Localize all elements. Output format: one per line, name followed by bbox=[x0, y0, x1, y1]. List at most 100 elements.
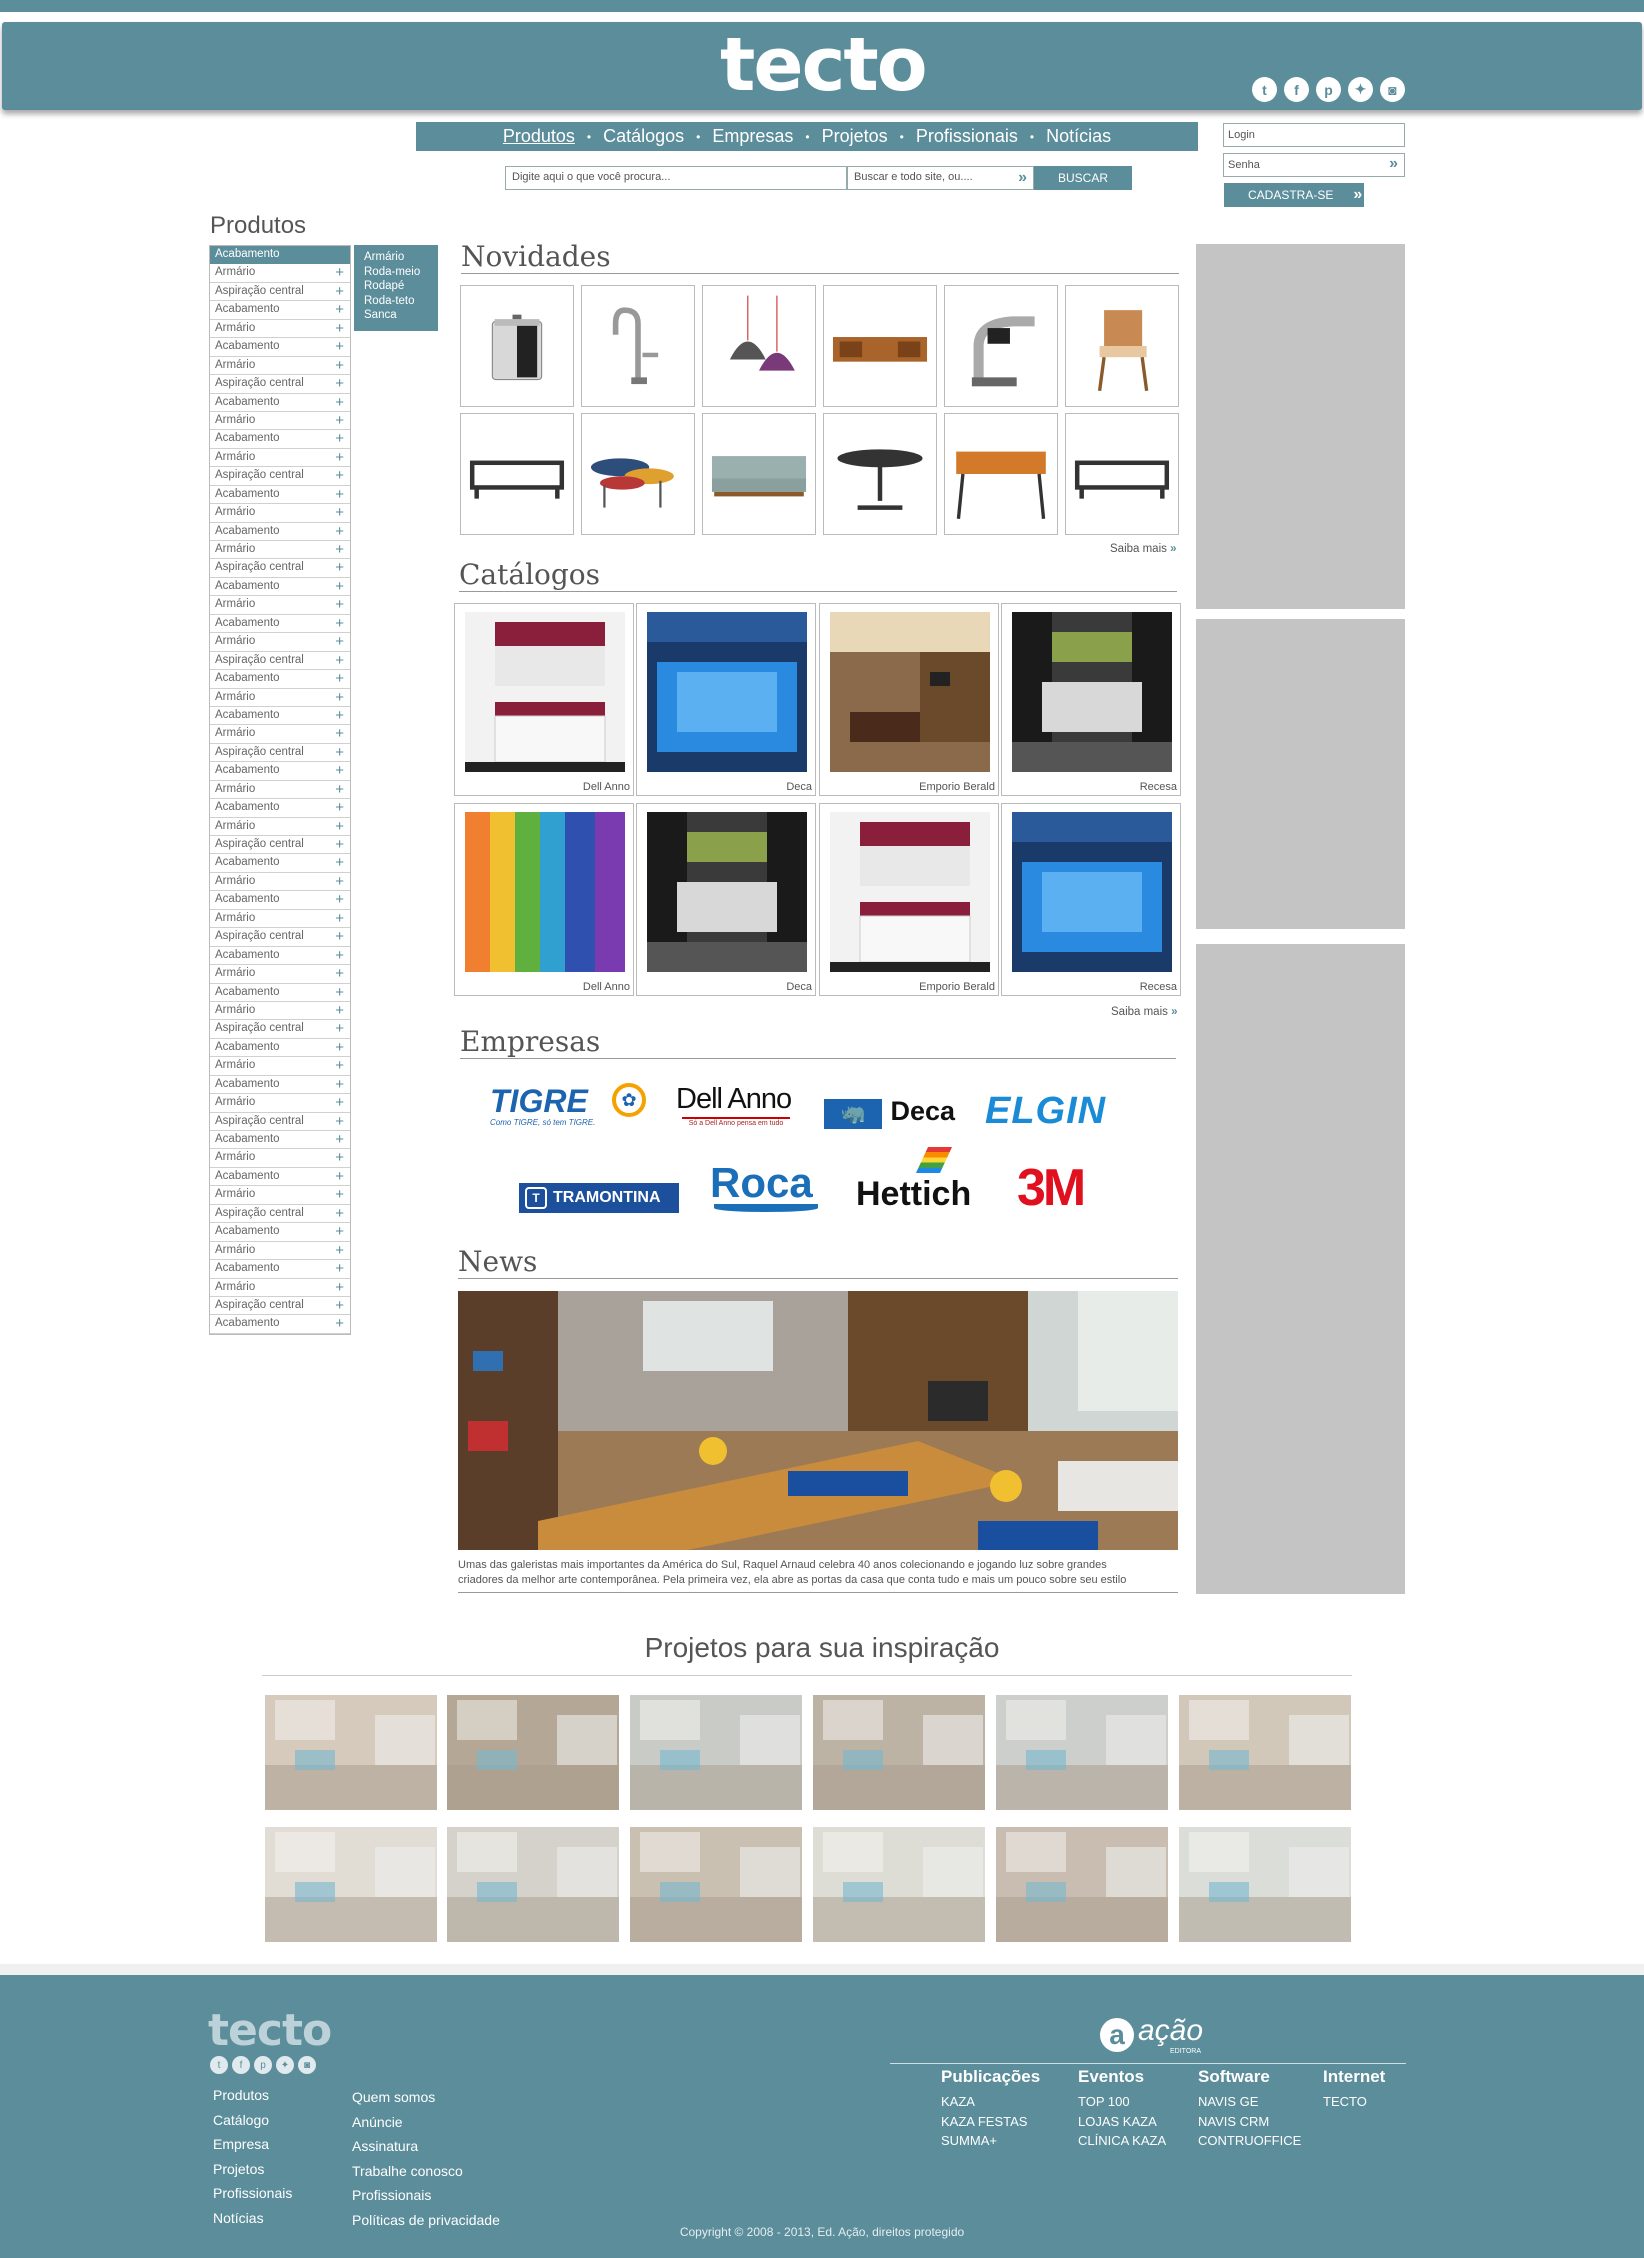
tramontina-logo[interactable]: T TRAMONTINA bbox=[519, 1183, 679, 1213]
sidebar-item[interactable]: Acabamento + bbox=[210, 338, 350, 357]
footer-link[interactable]: Profissionais bbox=[213, 2185, 292, 2201]
sidebar-item[interactable]: Aspiração central + bbox=[210, 559, 350, 578]
plus-icon[interactable]: + bbox=[335, 873, 344, 890]
plus-icon[interactable]: + bbox=[335, 984, 344, 1001]
sidebar-item[interactable]: Armário + bbox=[210, 910, 350, 929]
plus-icon[interactable]: + bbox=[335, 1168, 344, 1185]
ad-banner-2[interactable] bbox=[1196, 619, 1405, 929]
footer-link[interactable]: Quem somos bbox=[352, 2089, 435, 2105]
plus-icon[interactable]: + bbox=[335, 947, 344, 964]
plus-icon[interactable]: + bbox=[335, 1020, 344, 1037]
sidebar-item[interactable]: Acabamento + bbox=[210, 947, 350, 966]
footer-group-link[interactable]: NAVIS CRM bbox=[1198, 2114, 1269, 2129]
plus-icon[interactable]: + bbox=[335, 412, 344, 429]
roca-logo[interactable]: Roca bbox=[710, 1160, 822, 1218]
plus-icon[interactable]: + bbox=[335, 1279, 344, 1296]
footer-link[interactable]: Profissionais bbox=[352, 2187, 431, 2203]
flyout-item[interactable]: Sanca bbox=[364, 308, 428, 323]
footer-group-link[interactable]: KAZA bbox=[941, 2094, 975, 2109]
sidebar-item[interactable]: Armário + bbox=[210, 504, 350, 523]
sidebar-item[interactable]: Armário + bbox=[210, 1002, 350, 1021]
footer-group-link[interactable]: CONTRUOFFICE bbox=[1198, 2133, 1301, 2148]
project-thumbnail[interactable] bbox=[813, 1827, 985, 1942]
3m-logo[interactable]: 3M bbox=[1017, 1158, 1086, 1218]
product-tile[interactable] bbox=[944, 285, 1058, 407]
catalog-card[interactable]: Dell Anno bbox=[454, 803, 634, 996]
footer-group-link[interactable]: TOP 100 bbox=[1078, 2094, 1130, 2109]
project-thumbnail[interactable] bbox=[265, 1695, 437, 1810]
plus-icon[interactable]: + bbox=[335, 781, 344, 798]
sidebar-item[interactable]: Acabamento + bbox=[210, 578, 350, 597]
sidebar-item[interactable]: Acabamento + bbox=[210, 1076, 350, 1095]
product-tile[interactable] bbox=[460, 285, 574, 407]
plus-icon[interactable]: + bbox=[335, 357, 344, 374]
plus-icon[interactable]: + bbox=[335, 394, 344, 411]
sidebar-item[interactable]: Armário + bbox=[210, 1242, 350, 1261]
register-button[interactable]: CADASTRA-SE » bbox=[1224, 183, 1364, 207]
sidebar-item[interactable]: Armário + bbox=[210, 873, 350, 892]
sidebar-item[interactable]: Acabamento + bbox=[210, 854, 350, 873]
catalog-card[interactable]: Deca bbox=[636, 803, 816, 996]
catalog-card[interactable]: Recesa bbox=[1001, 603, 1181, 796]
plus-icon[interactable]: + bbox=[335, 375, 344, 392]
plus-icon[interactable]: + bbox=[335, 578, 344, 595]
plus-icon[interactable]: + bbox=[335, 338, 344, 355]
project-thumbnail[interactable] bbox=[447, 1695, 619, 1810]
plus-icon[interactable]: + bbox=[335, 430, 344, 447]
plus-icon[interactable]: + bbox=[335, 596, 344, 613]
plus-icon[interactable]: + bbox=[335, 1057, 344, 1074]
project-thumbnail[interactable] bbox=[1179, 1695, 1351, 1810]
sidebar-item[interactable]: Armário + bbox=[210, 725, 350, 744]
sidebar-item[interactable]: Armário + bbox=[210, 1186, 350, 1205]
deca-logo[interactable]: 🦏 Deca bbox=[824, 1096, 964, 1132]
product-tile[interactable] bbox=[823, 285, 937, 407]
footer-group-link[interactable]: CLÍNICA KAZA bbox=[1078, 2133, 1166, 2148]
plus-icon[interactable]: + bbox=[335, 633, 344, 650]
plus-icon[interactable]: + bbox=[335, 1039, 344, 1056]
sidebar-item[interactable]: Armário + bbox=[210, 965, 350, 984]
sidebar-item[interactable]: Aspiração central + bbox=[210, 1113, 350, 1131]
novidades-more-link[interactable]: Saiba mais » bbox=[1110, 543, 1177, 555]
sidebar-item[interactable]: Aspiração central + bbox=[210, 1205, 350, 1224]
plus-icon[interactable]: + bbox=[335, 1186, 344, 1203]
acao-logo[interactable]: a ação EDITORA bbox=[1100, 2014, 1210, 2058]
product-tile[interactable] bbox=[1065, 285, 1179, 407]
footer-group-link[interactable]: NAVIS GE bbox=[1198, 2094, 1258, 2109]
plus-icon[interactable]: + bbox=[335, 928, 344, 945]
plus-icon[interactable]: + bbox=[335, 615, 344, 632]
plus-icon[interactable]: + bbox=[335, 836, 344, 853]
elgin-logo[interactable]: ELGIN bbox=[985, 1090, 1106, 1133]
hettich-logo[interactable]: Hettich bbox=[856, 1147, 971, 1215]
plus-icon[interactable]: + bbox=[335, 1260, 344, 1277]
sidebar-item[interactable]: Acabamento + bbox=[210, 430, 350, 449]
sidebar-item[interactable]: Aspiração central + bbox=[210, 652, 350, 671]
plus-icon[interactable]: + bbox=[335, 707, 344, 724]
search-button[interactable]: BUSCAR bbox=[1034, 166, 1132, 190]
plus-icon[interactable]: + bbox=[335, 301, 344, 318]
sidebar-item[interactable]: Acabamento + bbox=[210, 486, 350, 505]
catalog-card[interactable]: Emporio Berald bbox=[819, 603, 999, 796]
plus-icon[interactable]: + bbox=[335, 264, 344, 281]
sidebar-item[interactable]: Acabamento + bbox=[210, 1315, 350, 1334]
news-image[interactable] bbox=[458, 1291, 1178, 1550]
project-thumbnail[interactable] bbox=[630, 1827, 802, 1942]
nav-item-produtos[interactable]: Produtos bbox=[503, 126, 575, 147]
tigre-logo[interactable]: TIGRE ✿ Como TIGRE, só tem TIGRE. bbox=[490, 1083, 650, 1133]
footer-link[interactable]: Trabalhe conosco bbox=[352, 2163, 463, 2179]
plus-icon[interactable]: + bbox=[335, 559, 344, 576]
sidebar-item[interactable]: Armário + bbox=[210, 541, 350, 560]
catalog-card[interactable]: Recesa bbox=[1001, 803, 1181, 996]
plus-icon[interactable]: + bbox=[335, 1076, 344, 1093]
sidebar-item[interactable]: Armário + bbox=[210, 818, 350, 836]
search-scope-select[interactable]: Buscar e todo site, ou.... » bbox=[847, 166, 1034, 190]
facebook-icon[interactable]: f bbox=[232, 2056, 250, 2074]
instagram-icon[interactable]: ◙ bbox=[1380, 77, 1405, 102]
site-logo[interactable]: tecto bbox=[720, 22, 928, 108]
sidebar-item[interactable]: Aspiração central + bbox=[210, 1297, 350, 1316]
sidebar-item[interactable]: Armário + bbox=[210, 1057, 350, 1076]
flyout-item[interactable]: Rodapé bbox=[364, 279, 428, 294]
flyout-item[interactable]: Armário bbox=[364, 250, 428, 265]
footer-link[interactable]: Produtos bbox=[213, 2087, 269, 2103]
footer-link[interactable]: Anúncie bbox=[352, 2114, 403, 2130]
plus-icon[interactable]: + bbox=[335, 1094, 344, 1111]
